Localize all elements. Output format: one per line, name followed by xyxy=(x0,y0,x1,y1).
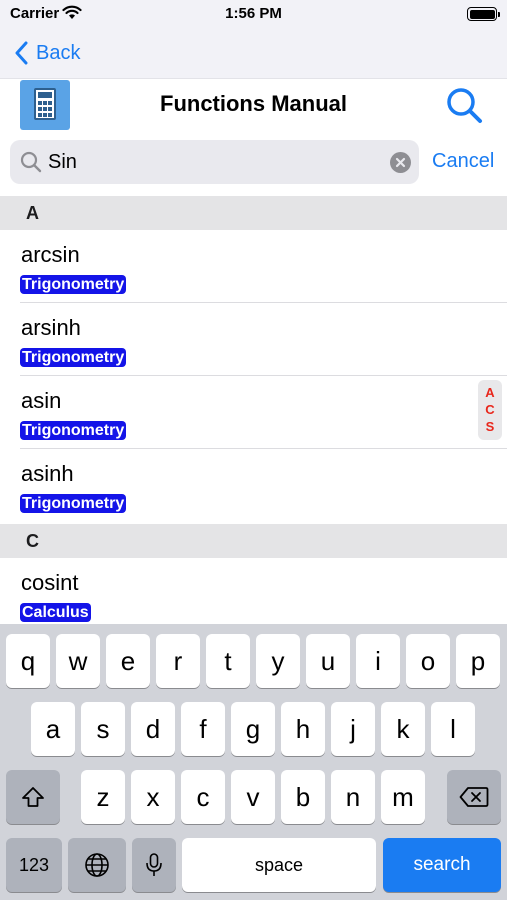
function-name: asin xyxy=(21,388,62,413)
key-h[interactable]: h xyxy=(281,702,325,756)
key-g[interactable]: g xyxy=(231,702,275,756)
key-i[interactable]: i xyxy=(356,634,400,688)
shift-icon xyxy=(22,787,44,807)
key-f[interactable]: f xyxy=(181,702,225,756)
space-key[interactable]: space xyxy=(182,838,376,892)
key-s[interactable]: s xyxy=(81,702,125,756)
clock: 1:56 PM xyxy=(225,5,282,22)
category-badge: Trigonometry xyxy=(20,421,127,440)
back-button[interactable]: Back xyxy=(14,38,80,68)
search-field[interactable] xyxy=(10,140,419,184)
key-x[interactable]: x xyxy=(131,770,175,824)
key-t[interactable]: t xyxy=(206,634,250,688)
key-m[interactable]: m xyxy=(381,770,425,824)
microphone-icon xyxy=(146,853,162,876)
globe-key[interactable] xyxy=(68,838,126,892)
key-l[interactable]: l xyxy=(431,702,475,756)
function-name: asinh xyxy=(21,461,74,486)
function-name: arsinh xyxy=(21,315,81,340)
index-letter[interactable]: S xyxy=(478,418,502,435)
list-item[interactable]: asin Trigonometry xyxy=(0,376,507,449)
shift-key[interactable] xyxy=(6,770,60,824)
key-a[interactable]: a xyxy=(31,702,75,756)
key-y[interactable]: y xyxy=(256,634,300,688)
key-n[interactable]: n xyxy=(331,770,375,824)
category-badge: Trigonometry xyxy=(20,494,127,513)
back-label: Back xyxy=(36,41,81,64)
search-input[interactable] xyxy=(48,148,378,176)
section-index[interactable]: A C S xyxy=(478,380,502,440)
function-name: cosint xyxy=(21,570,79,595)
section-header: A xyxy=(0,196,507,230)
key-u[interactable]: u xyxy=(306,634,350,688)
delete-key[interactable] xyxy=(447,770,501,824)
key-o[interactable]: o xyxy=(406,634,450,688)
list-item[interactable]: asinh Trigonometry xyxy=(0,449,507,524)
search-key[interactable]: search xyxy=(383,838,501,892)
numbers-key[interactable]: 123 xyxy=(6,838,62,892)
key-w[interactable]: w xyxy=(56,634,100,688)
key-z[interactable]: z xyxy=(81,770,125,824)
category-badge: Trigonometry xyxy=(20,275,127,294)
key-j[interactable]: j xyxy=(331,702,375,756)
section-header: C xyxy=(0,524,507,558)
magnifier-icon xyxy=(20,151,42,178)
status-bar: Carrier 1:56 PM xyxy=(0,0,507,30)
chevron-left-icon xyxy=(15,41,28,65)
navigation-bar: Back xyxy=(0,30,507,78)
key-b[interactable]: b xyxy=(281,770,325,824)
dictation-key[interactable] xyxy=(132,838,176,892)
list-item[interactable]: cosint Calculus xyxy=(0,558,507,624)
key-k[interactable]: k xyxy=(381,702,425,756)
search-icon[interactable] xyxy=(445,86,483,129)
index-letter[interactable]: A xyxy=(478,384,502,401)
backspace-icon xyxy=(459,787,489,807)
battery-icon xyxy=(467,7,500,21)
key-v[interactable]: v xyxy=(231,770,275,824)
key-r[interactable]: r xyxy=(156,634,200,688)
key-q[interactable]: q xyxy=(6,634,50,688)
list-item[interactable]: arcsin Trigonometry xyxy=(0,230,507,303)
cancel-button[interactable]: Cancel xyxy=(432,150,494,173)
key-e[interactable]: e xyxy=(106,634,150,688)
globe-icon xyxy=(85,853,109,877)
page-title: Functions Manual xyxy=(160,91,347,116)
key-d[interactable]: d xyxy=(131,702,175,756)
keyboard: q w e r t y u i o p a s d f g h j k l z … xyxy=(0,624,507,900)
function-name: arcsin xyxy=(21,242,80,267)
key-p[interactable]: p xyxy=(456,634,500,688)
category-badge: Calculus xyxy=(20,603,91,622)
list-item[interactable]: arsinh Trigonometry xyxy=(0,303,507,376)
clear-icon[interactable] xyxy=(390,152,411,173)
category-badge: Trigonometry xyxy=(20,348,127,367)
search-bar: Cancel xyxy=(0,130,507,196)
index-letter[interactable]: C xyxy=(478,401,502,418)
header: Functions Manual xyxy=(0,78,507,130)
key-c[interactable]: c xyxy=(181,770,225,824)
